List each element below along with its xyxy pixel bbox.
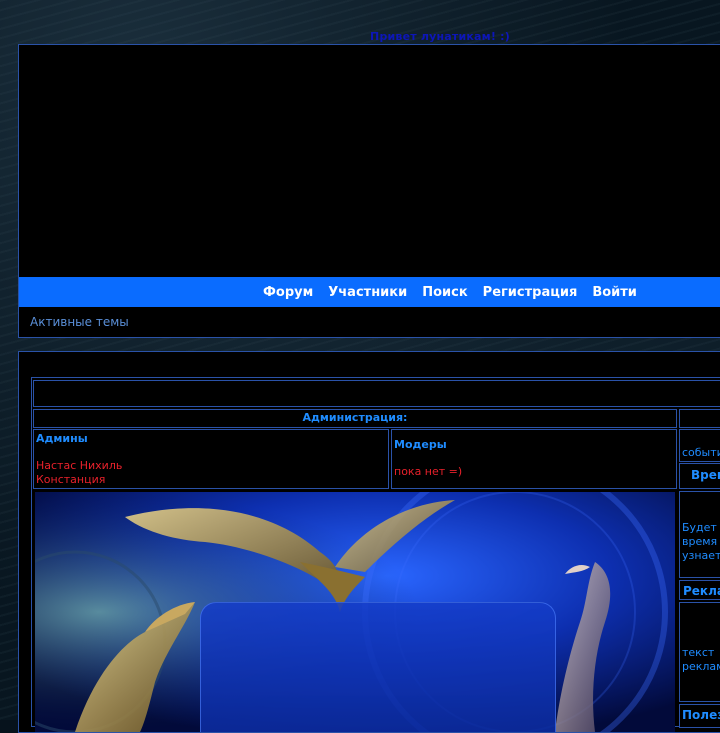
nav-register-link[interactable]: Регистрация xyxy=(483,285,578,300)
nav-forum-link[interactable]: Форум xyxy=(263,285,313,300)
moderators-value: пока нет =) xyxy=(394,465,463,478)
sidebar-ads-heading-box: Рекла xyxy=(679,580,720,600)
greeting-text: Привет лунатикам! :) xyxy=(370,30,510,43)
sidebar-useful-heading-box: Полез xyxy=(679,704,720,728)
admin-name-1[interactable]: Настас Нихиль xyxy=(36,459,386,473)
nav-login-link[interactable]: Войти xyxy=(592,285,637,300)
admin-name-2[interactable]: Констанция xyxy=(36,473,386,487)
moderators-label: Модеры xyxy=(394,438,447,451)
active-topics-link[interactable]: Активные темы xyxy=(30,315,129,329)
sub-navigation: Активные темы xyxy=(19,307,720,337)
sidebar-ads-line-1: текст xyxy=(682,646,715,659)
sidebar-top-box xyxy=(679,409,720,428)
moderators-box: Модеры пока нет =) xyxy=(391,429,677,489)
sidebar-time-heading-box: Врем xyxy=(679,463,720,489)
sidebar-time-line-2: время xyxy=(682,535,718,548)
sidebar-ads-box: текст реклам xyxy=(679,602,720,702)
content-overlay-panel xyxy=(200,602,556,732)
sidebar-events-text: событи xyxy=(682,446,720,459)
admins-box: Админы Настас Нихиль Констанция xyxy=(33,429,389,489)
administration-heading-text: Администрация: xyxy=(302,411,408,424)
administration-heading: Администрация: xyxy=(33,409,677,428)
sidebar-time-line-1: Будет xyxy=(682,521,717,534)
main-navigation: Форум Участники Поиск Регистрация Войти xyxy=(19,277,720,307)
sidebar-time-heading: Врем xyxy=(691,468,720,482)
sidebar-time-box: Будет время узнает xyxy=(679,491,720,578)
header-banner xyxy=(19,45,720,277)
admins-label: Админы xyxy=(36,432,88,445)
top-info-bar xyxy=(33,380,720,407)
sidebar-ads-line-2: реклам xyxy=(682,660,720,673)
nav-links: Форум Участники Поиск Регистрация Войти xyxy=(263,277,652,307)
header-frame: Форум Участники Поиск Регистрация Войти … xyxy=(18,44,720,338)
nav-search-link[interactable]: Поиск xyxy=(422,285,467,300)
sidebar-events-box: событи xyxy=(679,429,720,462)
sidebar-ads-heading: Рекла xyxy=(683,584,720,598)
dragon-artwork xyxy=(35,492,675,732)
sidebar-time-line-3: узнает xyxy=(682,549,720,562)
nav-members-link[interactable]: Участники xyxy=(328,285,407,300)
